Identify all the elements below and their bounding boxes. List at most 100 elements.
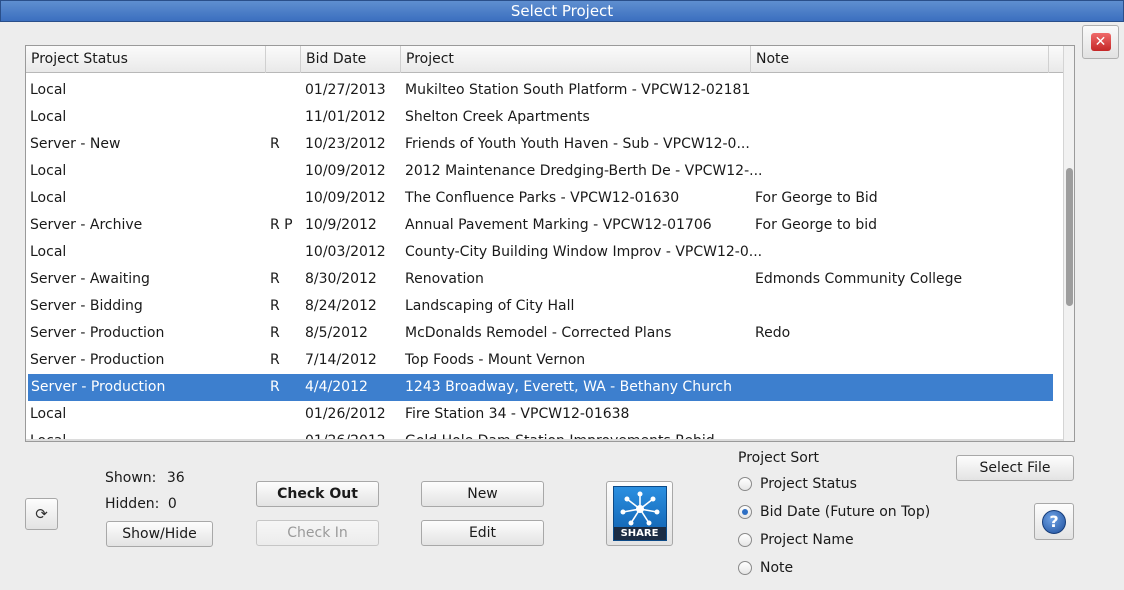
table-body: Local 01/27/2013 Mukilteo Station South Pl… [26,77,1063,441]
cell-project: Top Foods - Mount Vernon [405,352,586,368]
scrollbar-thumb[interactable] [1066,168,1073,306]
refresh-button[interactable]: ⟳ [25,498,58,530]
refresh-icon: ⟳ [35,505,48,523]
check-in-button[interactable]: Check In [256,520,379,546]
cell-status: Server - Production [30,325,165,341]
radio-button[interactable] [738,561,752,575]
sort-option-bid-date-future-on-top[interactable]: Bid Date (Future on Top) [738,502,930,522]
column-header-bid-date[interactable]: Bid Date [301,46,401,73]
project-sort-label: Project Sort [738,450,820,466]
radio-label: Bid Date (Future on Top) [760,504,931,520]
table-row[interactable]: Server - Production R 4/4/2012 1243 Broadwa… [28,374,1053,401]
cell-bid-date: 01/27/2013 [305,82,386,98]
cell-bid-date: 8/5/2012 [305,325,368,341]
table-row[interactable]: Local 10/09/2012 The Confluence Parks - VP… [26,185,1063,212]
shown-value: 36 [166,470,185,486]
column-header-project-status[interactable]: Project Status [26,46,266,73]
cell-status: Server - Archive [30,217,143,233]
help-icon: ? [1042,509,1066,534]
table-row[interactable]: Server - New R 10/23/2012 Friends of Youth … [26,131,1063,158]
cell-flags: R [270,136,280,152]
help-button[interactable]: ? [1034,503,1074,540]
table-row[interactable]: Local 11/01/2012 Shelton Creek Apartments [26,104,1063,131]
radio-button[interactable] [738,533,752,547]
cell-status: Server - Awaiting [30,271,150,287]
cell-status: Local [30,109,67,125]
window-title: Select Project [510,2,614,20]
hidden-value: 0 [167,496,177,512]
cell-project: County-City Building Window Improv - VPC… [405,244,763,260]
cell-project: McDonalds Remodel - Corrected Plans [405,325,672,341]
shown-count: Shown: 36 [105,470,185,486]
share-network-icon: SHARE [612,486,667,541]
table-row[interactable]: Server - Bidding R 8/24/2012 Landscaping of… [26,293,1063,320]
project-table[interactable]: Project Status Bid Date Project Note Loc… [25,45,1075,442]
cell-bid-date: 11/01/2012 [305,109,386,125]
radio-label: Note [760,560,794,576]
cell-note: Edmonds Community College [755,271,963,287]
cell-note: Redo [755,325,791,341]
table-row[interactable]: Server - Awaiting R 8/30/2012 Renovation Edm… [26,266,1063,293]
sort-option-project-name[interactable]: Project Name [738,530,854,550]
cell-project: Annual Pavement Marking - VPCW12-01706 [405,217,712,233]
cell-bid-date: 4/4/2012 [305,379,368,395]
cell-project: Fire Station 34 - VPCW12-01638 [405,406,630,422]
cell-bid-date: 8/24/2012 [305,298,377,314]
cell-project: Landscaping of City Hall [405,298,575,314]
cell-note: For George to bid [755,217,877,233]
sort-option-note[interactable]: Note [738,558,793,578]
cell-project: 1243 Broadway, Everett, WA - Bethany Chu… [405,379,732,395]
sort-option-project-status[interactable]: Project Status [738,474,857,494]
radio-button[interactable] [738,477,752,491]
cell-bid-date: 10/03/2012 [305,244,386,260]
cell-note: For George to Bid [755,190,878,206]
table-row[interactable]: Local 10/09/2012 2012 Maintenance Dredging… [26,158,1063,185]
cell-project: The Confluence Parks - VPCW12-01630 [405,190,680,206]
table-row[interactable]: Server - Archive R P 10/9/2012 Annual Pavem… [26,212,1063,239]
cell-bid-date: 10/09/2012 [305,163,386,179]
vertical-scrollbar[interactable] [1063,46,1074,441]
cell-status: Local [30,82,67,98]
cell-status: Server - New [30,136,121,152]
cell-flags: R [270,325,280,341]
table-row[interactable]: Local 01/26/2012 Fire Station 34 - VPCW12-… [26,401,1063,428]
table-row[interactable]: Local 01/27/2013 Mukilteo Station South Pl… [26,77,1063,104]
share-label: SHARE [613,527,666,540]
share-button[interactable]: SHARE [606,481,673,546]
radio-label: Project Status [760,476,857,492]
cell-status: Local [30,190,67,206]
hidden-label: Hidden: [105,496,160,512]
cell-status: Server - Production [30,352,165,368]
show-hide-button[interactable]: Show/Hide [106,521,213,547]
cell-bid-date: 7/14/2012 [305,352,377,368]
cell-status: Server - Production [31,379,166,395]
window-title-bar[interactable]: Select Project [0,0,1124,22]
column-header-flags[interactable] [266,46,301,73]
cell-bid-date: 10/9/2012 [305,217,377,233]
shown-label: Shown: [105,470,157,486]
cell-flags: R [270,379,280,395]
select-file-button[interactable]: Select File [956,455,1074,481]
horizontal-scrollbar[interactable] [26,439,1063,441]
cell-flags: R [270,271,280,287]
cell-bid-date: 01/26/2012 [305,406,386,422]
table-row[interactable]: Server - Production R 8/5/2012 McDonalds Re… [26,320,1063,347]
cell-flags: R [270,352,280,368]
new-button[interactable]: New [421,481,544,507]
radio-button[interactable] [738,505,752,519]
edit-button[interactable]: Edit [421,520,544,546]
cell-project: Mukilteo Station South Platform - VPCW12… [405,82,751,98]
cell-flags: R [270,298,280,314]
column-header-note[interactable]: Note [751,46,1049,73]
table-row[interactable]: Server - Production R 7/14/2012 Top Foods -… [26,347,1063,374]
close-button[interactable]: ✕ [1082,25,1119,59]
check-out-button[interactable]: Check Out [256,481,379,507]
column-header-project[interactable]: Project [401,46,751,73]
cell-project: Renovation [405,271,484,287]
cell-bid-date: 10/09/2012 [305,190,386,206]
cell-project: Shelton Creek Apartments [405,109,590,125]
hidden-count: Hidden: 0 [105,496,177,512]
table-row[interactable]: Local 10/03/2012 County-City Building Wind… [26,239,1063,266]
cell-status: Local [30,406,67,422]
cell-project: 2012 Maintenance Dredging-Berth De - VPC… [405,163,763,179]
